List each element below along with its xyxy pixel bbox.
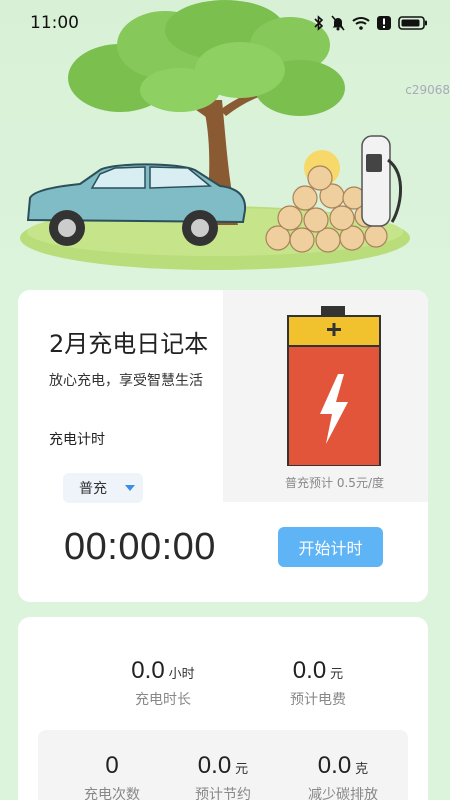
stat-carbon-unit: 克 — [355, 762, 369, 777]
stat-cost: 0.0 元 预计电费 — [253, 657, 383, 709]
diary-title: 2月充电日记本 — [49, 330, 209, 358]
stat-cost-value: 0.0 — [292, 657, 327, 684]
caret-down-icon — [125, 485, 135, 491]
stat-duration: 0.0 小时 充电时长 — [98, 657, 228, 709]
diary-subtitle: 放心充电，享受智慧生活 — [49, 373, 203, 389]
status-icons — [314, 15, 428, 31]
start-timer-button[interactable]: 开始计时 — [278, 527, 383, 567]
stat-saving-label: 预计节约 — [195, 787, 251, 800]
battery-panel — [223, 290, 428, 502]
stats-inner-panel: 0 充电次数 0.0 元 预计节约 0.0 克 减少碳排放 — [38, 730, 408, 800]
stat-count-value: 0 — [105, 752, 119, 779]
status-time: 11:00 — [30, 13, 79, 33]
stat-carbon-value: 0.0 — [317, 752, 352, 779]
stat-carbon-label: 减少碳排放 — [308, 787, 378, 800]
stat-carbon: 0.0 克 减少碳排放 — [288, 752, 398, 800]
stat-cost-label: 预计电费 — [290, 692, 346, 708]
alert-icon — [377, 16, 391, 30]
bluetooth-icon — [314, 15, 324, 31]
stat-count: 0 充电次数 — [68, 752, 156, 800]
stat-saving-unit: 元 — [235, 762, 249, 777]
status-bar: 11:00 — [0, 0, 450, 46]
stat-saving: 0.0 元 预计节约 — [168, 752, 278, 800]
stats-card: 0.0 小时 充电时长 0.0 元 预计电费 0 充电次数 0.0 元 预计节约 0.… — [18, 617, 428, 800]
stat-count-label: 充电次数 — [84, 787, 140, 800]
charging-diary-card: 2月充电日记本 放心充电，享受智慧生活 充电计时 普充预计 0.5元/度 普充 … — [18, 290, 428, 602]
price-note: 普充预计 0.5元/度 — [285, 476, 384, 490]
charge-mode-value: 普充 — [79, 481, 107, 497]
stat-saving-value: 0.0 — [197, 752, 232, 779]
stat-cost-unit: 元 — [330, 667, 344, 682]
mute-bell-icon — [331, 15, 345, 31]
battery-illustration-icon — [287, 306, 381, 466]
timer-label: 充电计时 — [49, 432, 105, 448]
watermark-text: c29068 — [405, 83, 450, 97]
battery-status-icon — [398, 16, 427, 30]
charge-mode-select[interactable]: 普充 — [63, 473, 143, 503]
wifi-icon — [352, 17, 370, 30]
stat-duration-value: 0.0 — [131, 657, 165, 684]
stat-duration-unit: 小时 — [168, 667, 195, 682]
timer-display: 00:00:00 — [64, 526, 216, 568]
stat-duration-label: 充电时长 — [135, 692, 191, 708]
